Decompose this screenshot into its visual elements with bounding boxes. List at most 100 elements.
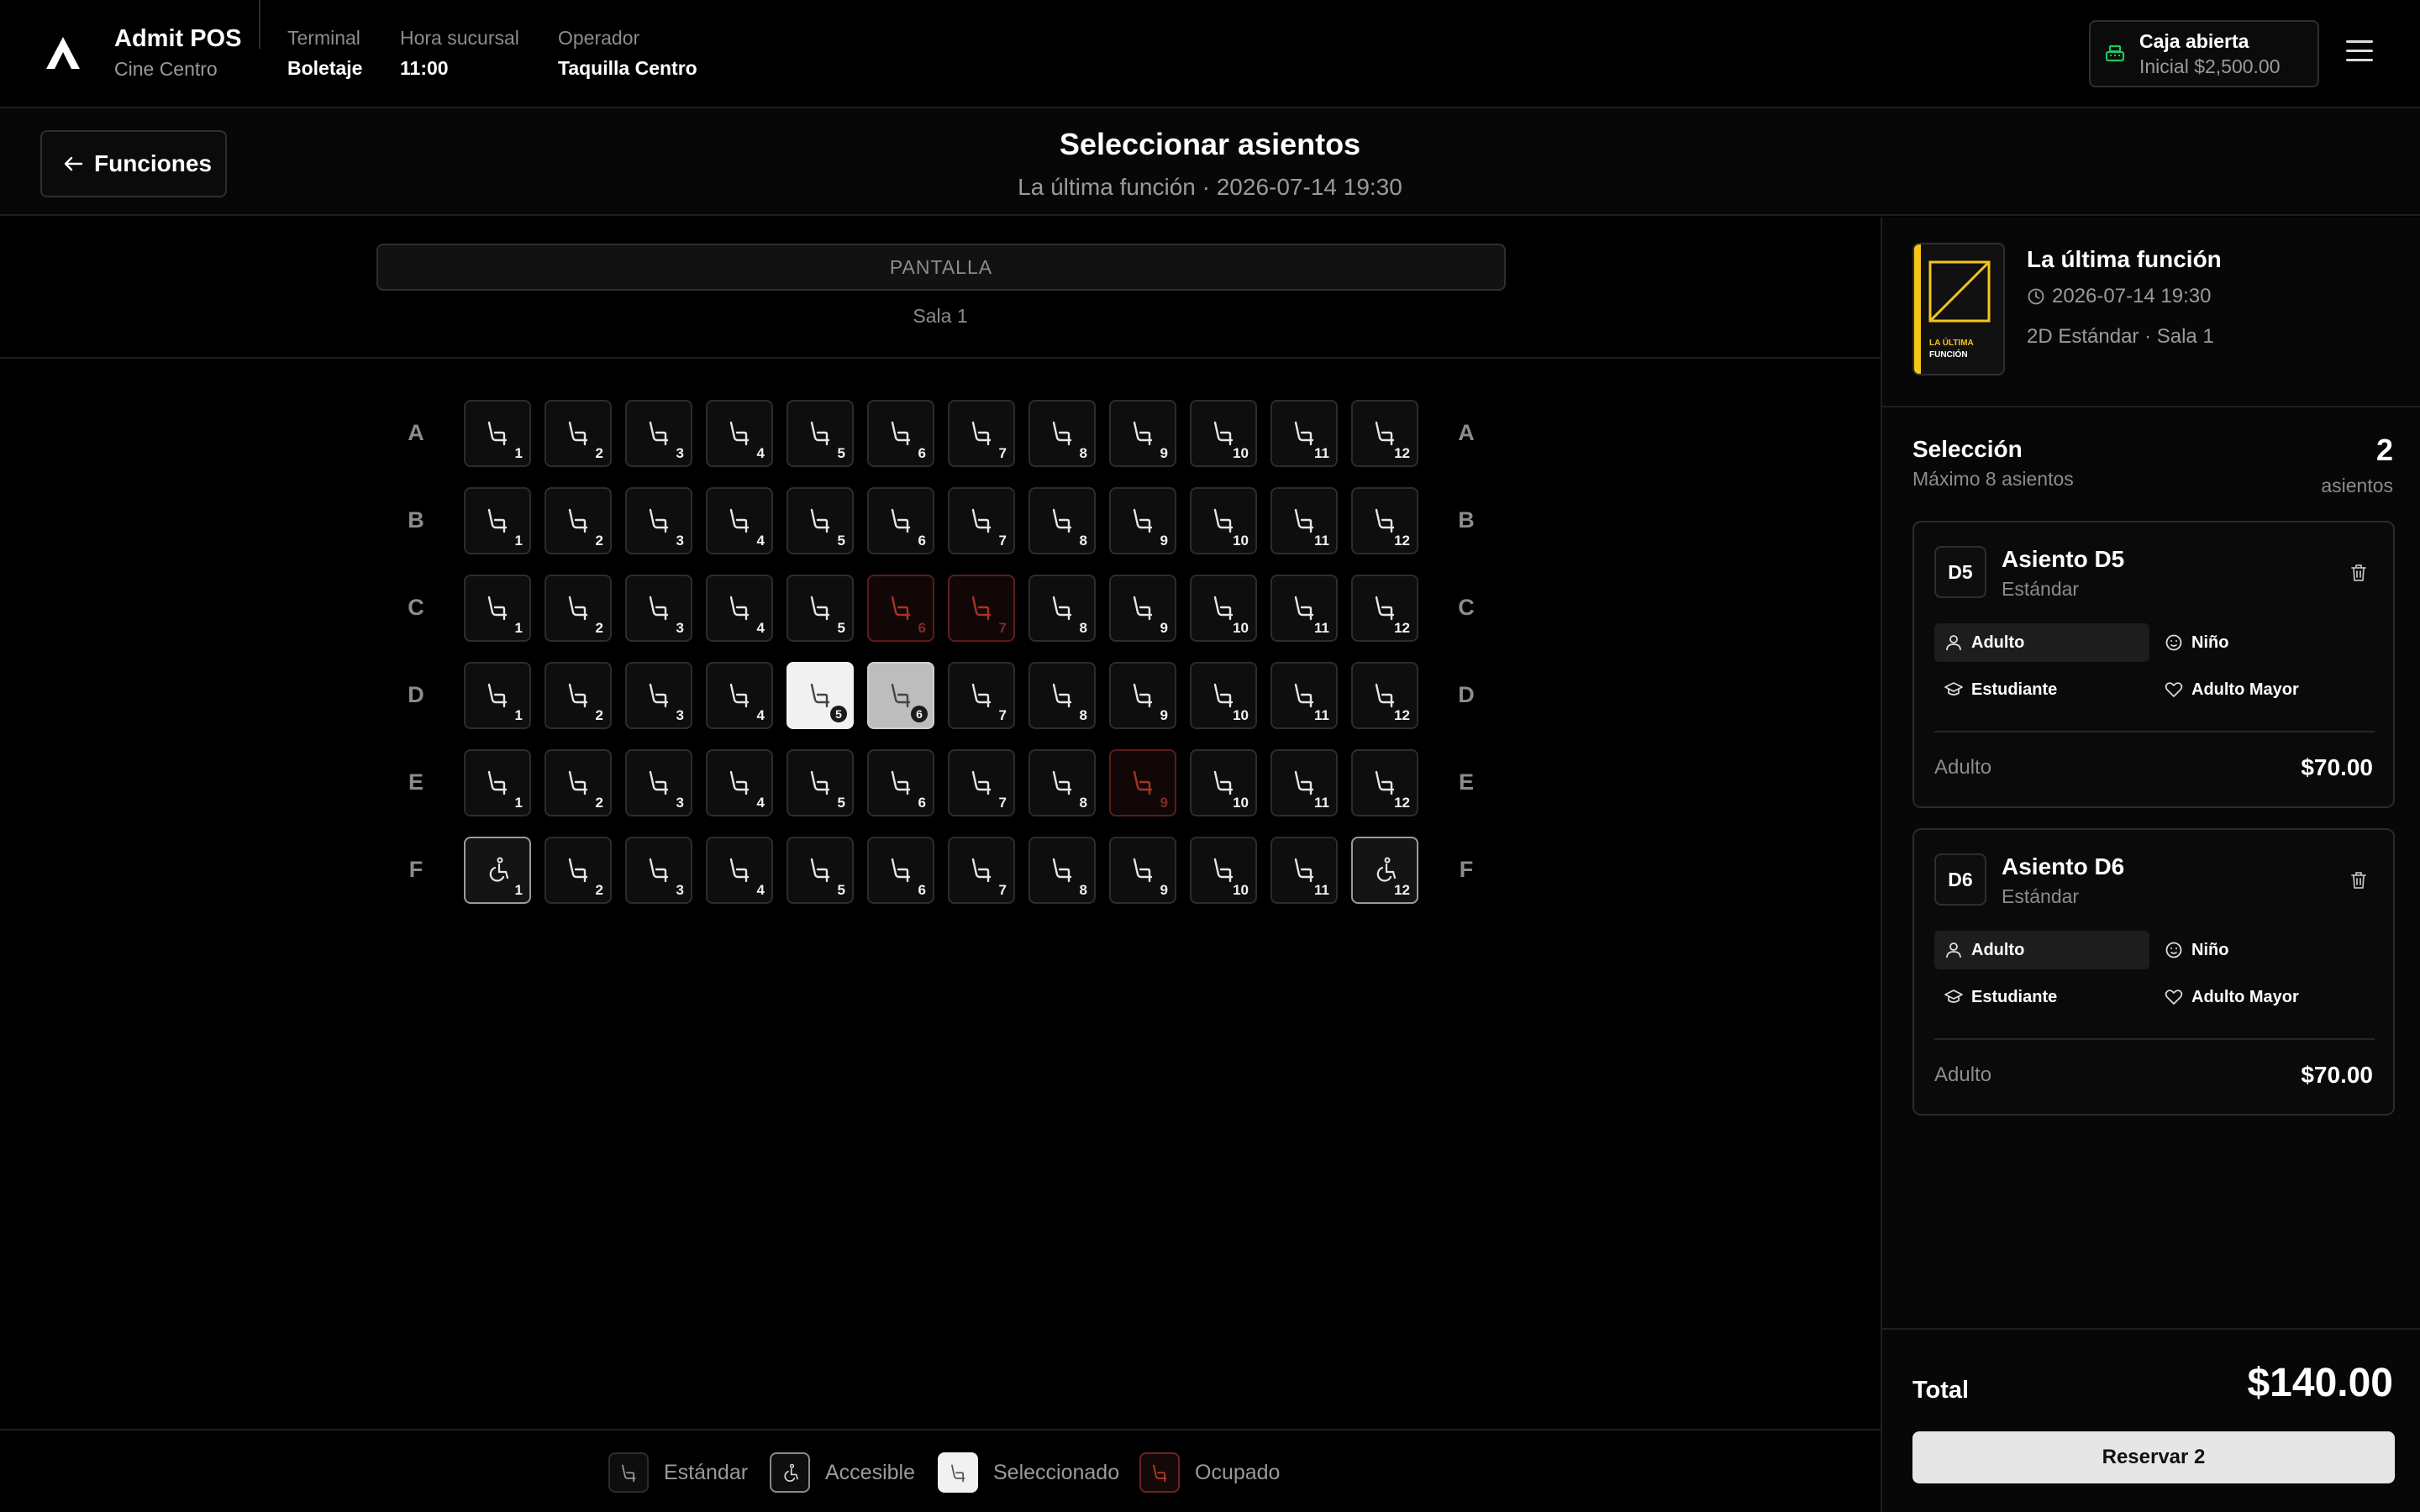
ticket-type-nino[interactable]: Niño [2154, 931, 2370, 969]
ticket-type-label: Estudiante [1971, 680, 2058, 699]
seat-d10[interactable]: 10 [1190, 662, 1257, 729]
seat-f11[interactable]: 11 [1270, 837, 1338, 904]
seat-d5[interactable]: 5 [786, 662, 854, 729]
seat-e7[interactable]: 7 [948, 749, 1015, 816]
seat-c5[interactable]: 5 [786, 575, 854, 642]
movie-format: 2D Estándar · Sala 1 [2027, 325, 2214, 348]
seat-f4[interactable]: 4 [706, 837, 773, 904]
menu-icon[interactable] [2346, 40, 2373, 66]
seat-f9[interactable]: 9 [1109, 837, 1176, 904]
seat-a9[interactable]: 9 [1109, 400, 1176, 467]
seat-c9[interactable]: 9 [1109, 575, 1176, 642]
seat-d8[interactable]: 8 [1028, 662, 1096, 729]
page-title: Seleccionar asientos [1059, 127, 1361, 161]
seat-a12[interactable]: 12 [1351, 400, 1418, 467]
seat-number: 7 [998, 533, 1007, 549]
ticket-type-adulto[interactable]: Adulto [1934, 931, 2149, 969]
ticket-type-estudiante[interactable]: Estudiante [1934, 978, 2149, 1016]
seat-icon [891, 858, 911, 883]
seat-icon [1375, 596, 1395, 621]
seat-b6[interactable]: 6 [867, 487, 934, 554]
seat-number: 3 [676, 795, 684, 811]
seat-b10[interactable]: 10 [1190, 487, 1257, 554]
seat-d6[interactable]: 6 [867, 662, 934, 729]
ticket-type-adulto-mayor[interactable]: Adulto Mayor [2154, 978, 2370, 1016]
seat-f3[interactable]: 3 [625, 837, 692, 904]
seat-d12[interactable]: 12 [1351, 662, 1418, 729]
seat-c10[interactable]: 10 [1190, 575, 1257, 642]
seat-e3[interactable]: 3 [625, 749, 692, 816]
seat-b1[interactable]: 1 [464, 487, 531, 554]
seat-a3[interactable]: 3 [625, 400, 692, 467]
seat-a5[interactable]: 5 [786, 400, 854, 467]
seat-d2[interactable]: 2 [544, 662, 612, 729]
seat-icon [891, 770, 911, 795]
seat-icon [1213, 683, 1234, 708]
seat-f12[interactable]: 12 [1351, 837, 1418, 904]
seat-c8[interactable]: 8 [1028, 575, 1096, 642]
seat-a4[interactable]: 4 [706, 400, 773, 467]
ticket-type-estudiante[interactable]: Estudiante [1934, 670, 2149, 709]
app-name: Admit POS [114, 25, 242, 52]
seat-b8[interactable]: 8 [1028, 487, 1096, 554]
seat-e2[interactable]: 2 [544, 749, 612, 816]
seat-b11[interactable]: 11 [1270, 487, 1338, 554]
seat-f7[interactable]: 7 [948, 837, 1015, 904]
seat-a7[interactable]: 7 [948, 400, 1015, 467]
ticket-type-nino[interactable]: Niño [2154, 623, 2370, 662]
seat-d7[interactable]: 7 [948, 662, 1015, 729]
seat-code-badge: D6 [1934, 853, 1986, 906]
seat-a1[interactable]: 1 [464, 400, 531, 467]
seat-e4[interactable]: 4 [706, 749, 773, 816]
order-panel: LA ÚLTIMA FUNCIÓN La última función 2026… [1881, 218, 2420, 1512]
seat-f8[interactable]: 8 [1028, 837, 1096, 904]
seat-b2[interactable]: 2 [544, 487, 612, 554]
reserve-button[interactable]: Reservar 2 [1912, 1431, 2395, 1483]
seat-icon [1294, 683, 1314, 708]
seat-d3[interactable]: 3 [625, 662, 692, 729]
seat-f6[interactable]: 6 [867, 837, 934, 904]
seat-d9[interactable]: 9 [1109, 662, 1176, 729]
seat-f5[interactable]: 5 [786, 837, 854, 904]
seat-e11[interactable]: 11 [1270, 749, 1338, 816]
seat-a10[interactable]: 10 [1190, 400, 1257, 467]
seat-a11[interactable]: 11 [1270, 400, 1338, 467]
seat-e8[interactable]: 8 [1028, 749, 1096, 816]
seat-c3[interactable]: 3 [625, 575, 692, 642]
seat-f2[interactable]: 2 [544, 837, 612, 904]
seat-a2[interactable]: 2 [544, 400, 612, 467]
trash-icon[interactable] [2349, 870, 2368, 890]
seat-b5[interactable]: 5 [786, 487, 854, 554]
total-label: Total [1912, 1377, 1970, 1404]
seat-d11[interactable]: 11 [1270, 662, 1338, 729]
seat-a8[interactable]: 8 [1028, 400, 1096, 467]
seat-d1[interactable]: 1 [464, 662, 531, 729]
seat-a6[interactable]: 6 [867, 400, 934, 467]
ticket-type-adulto-mayor[interactable]: Adulto Mayor [2154, 670, 2370, 709]
seat-b12[interactable]: 12 [1351, 487, 1418, 554]
seat-e6[interactable]: 6 [867, 749, 934, 816]
trash-icon[interactable] [2349, 563, 2368, 583]
ticket-type-adulto[interactable]: Adulto [1934, 623, 2149, 662]
seat-f10[interactable]: 10 [1190, 837, 1257, 904]
seat-d4[interactable]: 4 [706, 662, 773, 729]
caja-status-button[interactable]: Caja abierta Inicial $2,500.00 [2089, 20, 2319, 87]
seat-b3[interactable]: 3 [625, 487, 692, 554]
seat-c2[interactable]: 2 [544, 575, 612, 642]
seat-icon [1153, 1464, 1167, 1483]
seat-e10[interactable]: 10 [1190, 749, 1257, 816]
seat-e12[interactable]: 12 [1351, 749, 1418, 816]
seat-c12[interactable]: 12 [1351, 575, 1418, 642]
seat-b7[interactable]: 7 [948, 487, 1015, 554]
seat-e5[interactable]: 5 [786, 749, 854, 816]
seat-b9[interactable]: 9 [1109, 487, 1176, 554]
seat-c1[interactable]: 1 [464, 575, 531, 642]
ticket-type-label: Niño [2191, 940, 2229, 959]
seat-c11[interactable]: 11 [1270, 575, 1338, 642]
seat-e1[interactable]: 1 [464, 749, 531, 816]
seat-b4[interactable]: 4 [706, 487, 773, 554]
seat-icon [568, 508, 588, 533]
seat-icon [1375, 683, 1395, 708]
seat-f1[interactable]: 1 [464, 837, 531, 904]
seat-c4[interactable]: 4 [706, 575, 773, 642]
